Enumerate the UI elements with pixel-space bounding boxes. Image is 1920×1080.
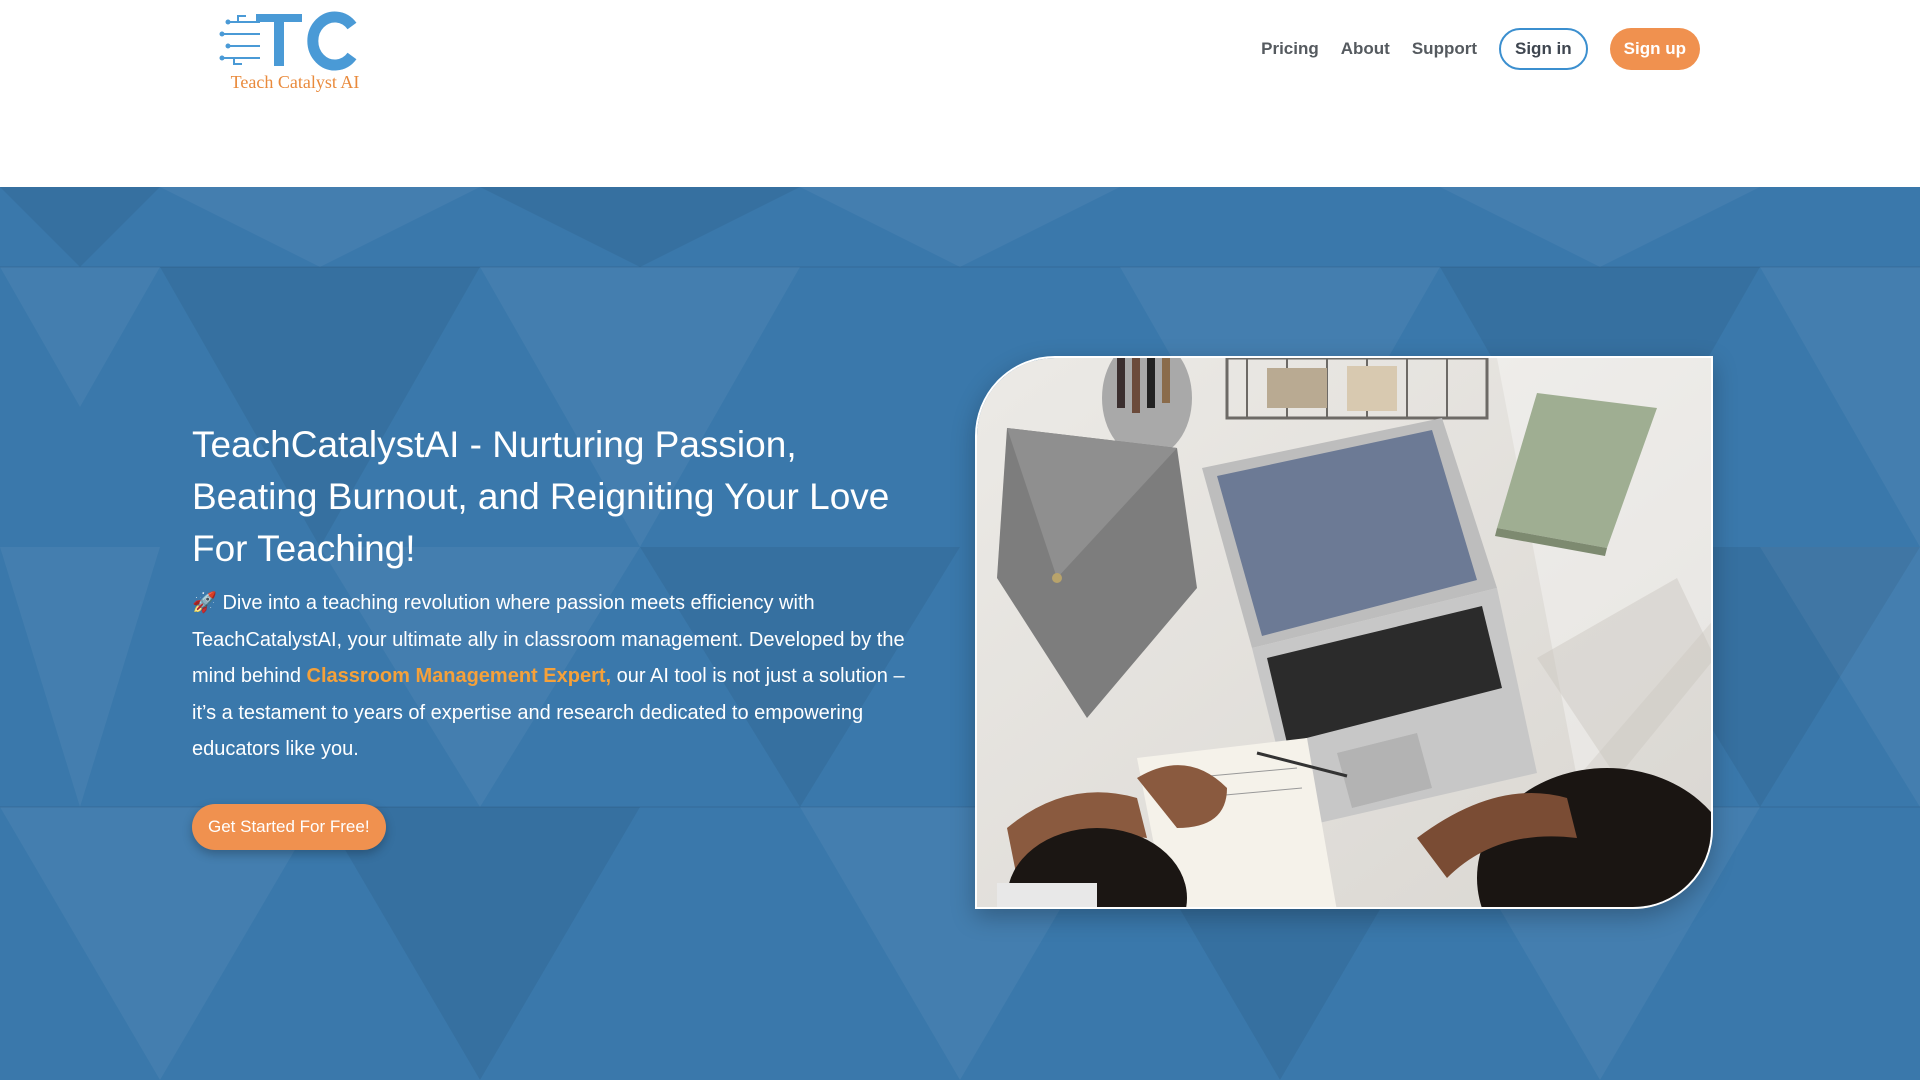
site-header: Teach Catalyst AI Pricing About Support … [0,0,1920,187]
sign-in-button[interactable]: Sign in [1499,28,1588,70]
hero-image [975,356,1713,909]
hero-title: TeachCatalystAI - Nurturing Passion, Bea… [192,424,890,569]
logo-text: Teach Catalyst AI [230,72,360,92]
nav-support[interactable]: Support [1412,39,1477,59]
logo-mark-icon [219,11,357,71]
hero-section: TeachCatalystAI - Nurturing Passion, Bea… [0,187,1920,1080]
hero-description: 🚀 Dive into a teaching revolution where … [192,585,912,768]
nav-pricing[interactable]: Pricing [1261,39,1319,59]
photo-desk-laptop-students-icon [977,358,1711,907]
logo[interactable]: Teach Catalyst AI [216,10,374,98]
main-nav: Pricing About Support Sign in Sign up [1261,28,1700,70]
classroom-expert-link[interactable]: Classroom Management Expert, [307,665,612,687]
nav-about[interactable]: About [1341,39,1390,59]
sign-up-button[interactable]: Sign up [1609,28,1700,70]
get-started-button[interactable]: Get Started For Free! [192,804,386,850]
